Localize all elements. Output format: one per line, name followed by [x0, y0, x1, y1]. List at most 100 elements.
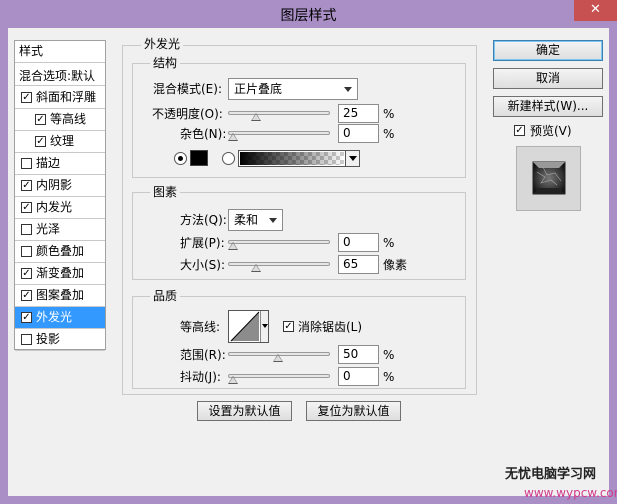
ok-button[interactable]: 确定 — [493, 40, 603, 61]
check-icon: ✓ — [22, 180, 31, 191]
contour-label: 等高线: — [180, 320, 221, 334]
preview-label: 预览(V) — [530, 124, 572, 138]
checkbox-unchecked[interactable] — [21, 334, 32, 345]
range-slider-thumb[interactable] — [273, 354, 283, 362]
gradient-picker[interactable] — [238, 150, 360, 167]
blend-mode-select[interactable]: 正片叠底 — [228, 78, 358, 100]
antialias-label: 消除锯齿(L) — [298, 320, 363, 334]
range-input[interactable]: 50 — [338, 345, 379, 364]
checkbox-checked[interactable]: ✓ — [21, 92, 32, 103]
style-list-item-label: 纹理 — [50, 134, 75, 148]
checkbox-checked[interactable]: ✓ — [21, 290, 32, 301]
style-list-item-label: 斜面和浮雕 — [36, 90, 97, 104]
blend-options-item[interactable]: 混合选项:默认 — [15, 64, 105, 86]
style-list-item-label: 描边 — [36, 156, 61, 170]
contour-preview — [230, 311, 260, 342]
style-list-item[interactable]: 光泽 — [15, 219, 105, 241]
styles-header[interactable]: 样式 — [15, 41, 105, 63]
reset-default-button[interactable]: 复位为默认值 — [306, 401, 401, 421]
jitter-input[interactable]: 0 — [338, 367, 379, 386]
contour-picker[interactable] — [228, 310, 269, 343]
chevron-down-icon — [344, 87, 352, 92]
style-list-item-label: 颜色叠加 — [36, 244, 85, 258]
gradient-radio[interactable] — [222, 152, 235, 165]
style-list-item-label: 图案叠加 — [36, 288, 85, 302]
chevron-down-icon — [262, 324, 268, 328]
checkbox-unchecked[interactable] — [21, 246, 32, 257]
size-label: 大小(S): — [180, 258, 226, 272]
size-slider-thumb[interactable] — [251, 264, 261, 272]
structure-title: 结构 — [150, 56, 181, 70]
window-title: 图层样式 — [280, 8, 337, 24]
technique-select[interactable]: 柔和 — [228, 209, 283, 231]
checkbox-unchecked[interactable] — [21, 224, 32, 235]
watermark-line2: www.wypcw.com — [524, 486, 617, 500]
style-list-item[interactable]: 描边 — [15, 153, 105, 175]
contour-dropdown-button[interactable] — [260, 311, 268, 342]
size-input[interactable]: 65 — [338, 255, 379, 274]
jitter-label: 抖动(J): — [180, 370, 221, 384]
checkbox-unchecked[interactable] — [21, 158, 32, 169]
check-icon: ✓ — [22, 92, 31, 103]
close-button[interactable]: ✕ — [574, 0, 617, 21]
range-label: 范围(R): — [180, 348, 226, 362]
jitter-slider-thumb[interactable] — [228, 376, 238, 384]
technique-label: 方法(Q): — [180, 213, 227, 227]
set-default-button[interactable]: 设置为默认值 — [197, 401, 292, 421]
style-list-item[interactable]: ✓ 图案叠加 — [15, 285, 105, 307]
antialias-checkbox[interactable]: ✓ — [283, 321, 294, 332]
cancel-button[interactable]: 取消 — [493, 68, 603, 89]
quality-title: 品质 — [150, 289, 181, 303]
chevron-down-icon — [269, 218, 277, 223]
spread-slider[interactable] — [228, 240, 330, 244]
jitter-percent: % — [383, 370, 395, 384]
outer-glow-title: 外发光 — [141, 37, 184, 51]
style-list-item[interactable]: 颜色叠加 — [15, 241, 105, 263]
style-list-item[interactable]: ✓ 纹理 — [15, 131, 105, 153]
checkbox-checked[interactable]: ✓ — [21, 180, 32, 191]
style-preview-thumbnail — [516, 146, 581, 211]
range-percent: % — [383, 348, 395, 362]
glow-color-swatch[interactable] — [190, 150, 208, 166]
check-icon: ✓ — [36, 136, 45, 147]
opacity-slider[interactable] — [228, 111, 330, 115]
gradient-preview — [240, 152, 344, 165]
checkbox-checked[interactable]: ✓ — [21, 202, 32, 213]
style-list-item[interactable]: ✓ 等高线 — [15, 109, 105, 131]
style-list-item[interactable]: 投影 — [15, 329, 105, 351]
technique-value: 柔和 — [234, 213, 259, 227]
gradient-dropdown-button[interactable] — [345, 151, 359, 166]
window-frame-right — [609, 28, 617, 504]
solid-color-radio[interactable] — [174, 152, 187, 165]
blend-mode-value: 正片叠底 — [234, 82, 283, 96]
noise-label: 杂色(N): — [180, 127, 227, 141]
opacity-input[interactable]: 25 — [338, 104, 379, 123]
preview-checkbox[interactable]: ✓ — [514, 125, 525, 136]
watermark-line1: 无忧电脑学习网 — [505, 467, 597, 482]
noise-slider[interactable] — [228, 131, 330, 135]
style-list-item[interactable]: ✓ 斜面和浮雕 — [15, 87, 105, 109]
new-style-button[interactable]: 新建样式(W)... — [493, 96, 603, 117]
style-list-item[interactable]: ✓ 内阴影 — [15, 175, 105, 197]
style-list-item[interactable]: ✓ 内发光 — [15, 197, 105, 219]
noise-input[interactable]: 0 — [338, 124, 379, 143]
opacity-slider-thumb[interactable] — [251, 113, 261, 121]
opacity-label: 不透明度(O): — [152, 107, 223, 121]
style-list-item[interactable]: ✓ 渐变叠加 — [15, 263, 105, 285]
elements-title: 图素 — [150, 185, 181, 199]
checkbox-checked[interactable]: ✓ — [35, 136, 46, 147]
style-list-item-label: 内发光 — [36, 200, 73, 214]
window-frame-left — [0, 28, 8, 504]
style-list-item[interactable]: ✓ 外发光 — [15, 307, 105, 329]
style-list: 样式 混合选项:默认 ✓ 斜面和浮雕 ✓ 等高线 ✓ 纹理 描边 ✓ 内阴影 ✓ 内发光 光泽 颜色叠加… — [14, 40, 106, 351]
size-slider[interactable] — [228, 262, 330, 266]
spread-input[interactable]: 0 — [338, 233, 379, 252]
title-bar: 图层样式 ✕ — [0, 0, 617, 28]
style-list-item-label: 光泽 — [36, 222, 61, 236]
jitter-slider[interactable] — [228, 374, 330, 378]
checkbox-checked[interactable]: ✓ — [21, 312, 32, 323]
noise-slider-thumb[interactable] — [228, 133, 238, 141]
checkbox-checked[interactable]: ✓ — [35, 114, 46, 125]
checkbox-checked[interactable]: ✓ — [21, 268, 32, 279]
spread-slider-thumb[interactable] — [228, 242, 238, 250]
